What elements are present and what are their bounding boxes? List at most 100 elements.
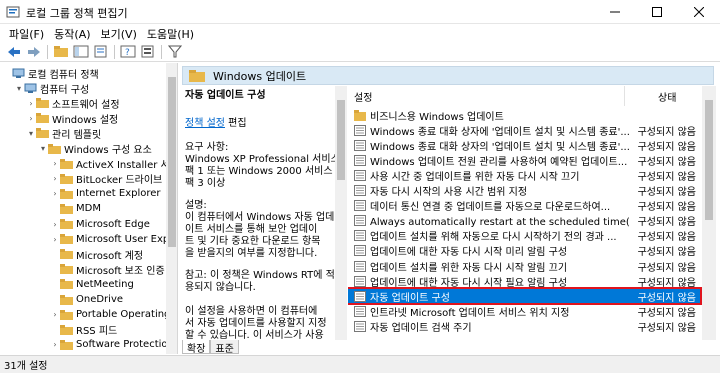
- setting-row[interactable]: Windows 종료 대화 상자의 '업데이트 설치 및 시스템 종료'... 구…: [348, 138, 700, 153]
- list-scrollbar[interactable]: [702, 86, 716, 340]
- tree-item[interactable]: ▾ 관리 템플릿: [26, 126, 101, 141]
- column-separator[interactable]: [624, 86, 625, 106]
- collapsed-arrow-icon[interactable]: ›: [50, 310, 60, 319]
- forward-button[interactable]: [24, 43, 44, 61]
- tab-standard[interactable]: 표준: [210, 340, 239, 355]
- back-button[interactable]: [4, 43, 24, 61]
- policy-setting-icon: [354, 275, 366, 287]
- tree-item[interactable]: ▾ Windows 구성 요소: [38, 142, 152, 156]
- policy-setting-icon: [354, 245, 366, 257]
- tree-item-label: Windows 구성 요소: [64, 145, 152, 156]
- column-header-setting[interactable]: 설정: [354, 86, 614, 106]
- maximize-button[interactable]: [636, 0, 678, 24]
- tree-item[interactable]: NetMeeting: [50, 277, 134, 291]
- collapsed-arrow-icon[interactable]: ›: [26, 114, 36, 123]
- toolbar: ?: [0, 42, 720, 62]
- collapsed-arrow-icon[interactable]: ›: [50, 189, 60, 198]
- folder-icon: [60, 294, 73, 305]
- tree-item[interactable]: › ActiveX Installer 서: [50, 157, 170, 171]
- tree-item-label: Internet Explorer: [76, 188, 161, 200]
- list-folder-row[interactable]: 비즈니스용 Windows 업데이트: [348, 108, 700, 123]
- tree-item[interactable]: OneDrive: [50, 293, 123, 307]
- collapsed-arrow-icon[interactable]: ›: [50, 174, 60, 183]
- column-header-state[interactable]: 상태: [658, 86, 698, 106]
- collapsed-arrow-icon[interactable]: ›: [50, 340, 60, 349]
- collapsed-arrow-icon[interactable]: ›: [50, 220, 60, 229]
- tab-extended[interactable]: 확장: [182, 340, 211, 355]
- setting-row[interactable]: 업데이트 설치를 위한 자동 다시 시작 알림 끄기 구성되지 않음: [348, 259, 700, 274]
- setting-row[interactable]: 자동 업데이트 검색 주기 구성되지 않음: [348, 319, 700, 334]
- setting-name: 업데이트에 대한 자동 다시 시작 미리 알림 구성: [370, 247, 568, 259]
- collapsed-arrow-icon[interactable]: ›: [26, 99, 36, 108]
- tree-item[interactable]: › Windows 설정: [26, 111, 118, 126]
- setting-row[interactable]: Windows 종료 대화 상자에 '업데이트 설치 및 시스템 종료'... 구…: [348, 123, 700, 138]
- tree-scroll-thumb[interactable]: [168, 77, 176, 247]
- description-label: 설명:: [185, 200, 207, 211]
- tree-item[interactable]: › Microsoft Edge: [50, 217, 149, 231]
- settings-list[interactable]: 설정 상태 비즈니스용 Windows 업데이트 Windows 종료 대화 상자…: [348, 86, 716, 340]
- setting-row[interactable]: 데이터 통신 연결 중 업데이트를 자동으로 다운로드하여... 구성되지 않음: [348, 199, 700, 213]
- requirements-line: Windows XP Professional 서비스: [185, 154, 340, 165]
- help-icon: ?: [120, 45, 136, 58]
- tree-item[interactable]: ▾ 컴퓨터 구성: [14, 81, 89, 96]
- setting-state: 구성되지 않음: [637, 187, 696, 198]
- tree-item[interactable]: MDM: [50, 202, 101, 216]
- menu-action[interactable]: 동작(A): [49, 24, 95, 42]
- tree-item[interactable]: › BitLocker 드라이브: [50, 172, 162, 186]
- section-header: Windows 업데이트: [182, 66, 714, 85]
- menu-help[interactable]: 도움말(H): [142, 24, 199, 42]
- policy-setting-icon: [354, 200, 366, 212]
- description-scroll-thumb[interactable]: [337, 100, 345, 180]
- window-title: 로컬 그룹 정책 편집기: [26, 7, 128, 20]
- folder-icon: [60, 309, 73, 320]
- setting-row[interactable]: 업데이트에 대한 자동 다시 시작 미리 알림 구성 구성되지 않음: [348, 244, 700, 258]
- tree-item[interactable]: › Microsoft User Exp: [50, 232, 169, 246]
- filter-button[interactable]: [165, 43, 185, 61]
- setting-row[interactable]: Windows 업데이트 전원 관리를 사용하여 예약된 업데이트... 구성되지…: [348, 153, 700, 168]
- show-hide-tree-button[interactable]: [71, 43, 91, 61]
- tree-item[interactable]: Microsoft 보조 인증: [50, 262, 165, 277]
- export-button[interactable]: [91, 43, 111, 61]
- tree-item-label: Software Protectio: [76, 339, 168, 351]
- help-button[interactable]: ?: [118, 43, 138, 61]
- selected-setting-row[interactable]: 자동 업데이트 구성 구성되지 않음: [348, 287, 702, 306]
- tree-item[interactable]: › 소프트웨어 설정: [26, 96, 120, 111]
- setting-row[interactable]: 사용 시간 중 업데이트를 위한 자동 다시 시작 끄기 구성되지 않음: [348, 168, 700, 183]
- setting-state: 구성되지 않음: [637, 262, 696, 274]
- expanded-arrow-icon[interactable]: ▾: [38, 144, 48, 153]
- tree-item[interactable]: › Software Protectio: [50, 338, 168, 352]
- setting-row[interactable]: 인트라넷 Microsoft 업데이트 서비스 위치 지정 구성되지 않음: [348, 304, 700, 319]
- tree-item[interactable]: › Portable Operating: [50, 308, 170, 322]
- list-scroll-thumb[interactable]: [705, 100, 713, 220]
- setting-name: 업데이트에 대한 자동 다시 시작 필요 알림 구성: [370, 277, 568, 289]
- expanded-arrow-icon[interactable]: ▾: [26, 129, 36, 138]
- setting-row[interactable]: Always automatically restart at the sche…: [348, 214, 700, 228]
- description-scrollbar[interactable]: [335, 86, 347, 340]
- up-folder-button[interactable]: [51, 43, 71, 61]
- setting-name: 자동 업데이트 검색 주기: [370, 322, 472, 334]
- folder-icon: [60, 173, 73, 184]
- tree-item[interactable]: Microsoft 계정: [50, 247, 143, 262]
- properties-button[interactable]: [138, 43, 158, 61]
- toolbar-separator: [161, 44, 162, 59]
- tree-item[interactable]: › Internet Explorer: [50, 187, 161, 201]
- requirements-line: 팩 1 또는 Windows 2000 서비스: [185, 166, 333, 177]
- collapsed-arrow-icon[interactable]: ›: [50, 159, 60, 168]
- tree-scrollbar[interactable]: [166, 63, 177, 354]
- menu-file[interactable]: 파일(F): [4, 24, 49, 42]
- menu-view[interactable]: 보기(V): [96, 24, 142, 42]
- tree-pane[interactable]: 로컬 컴퓨터 정책 ▾ 컴퓨터 구성 › 소프트웨어 설정 › Windows 설정 ▾ 관리 …: [0, 63, 178, 354]
- minimize-button[interactable]: [594, 0, 636, 24]
- tree-item-label: Microsoft 보조 인증: [76, 265, 165, 277]
- tree-item[interactable]: RSS 피드: [50, 323, 117, 337]
- tree-item[interactable]: 로컬 컴퓨터 정책: [2, 66, 99, 81]
- setting-row[interactable]: 업데이트 설치를 위해 자동으로 다시 시작하기 전의 경과 ... 구성되지 않…: [348, 229, 700, 243]
- expanded-arrow-icon[interactable]: ▾: [14, 84, 24, 93]
- edit-policy-link[interactable]: 정책 설정: [185, 118, 225, 129]
- setting-row[interactable]: 업데이트에 대한 자동 다시 시작 필요 알림 구성 구성되지 않음: [348, 274, 700, 289]
- collapsed-arrow-icon[interactable]: ›: [50, 235, 60, 244]
- close-button[interactable]: [678, 0, 720, 24]
- requirements-line: 팩 3 이상: [185, 178, 226, 189]
- toolbar-separator: [114, 44, 115, 59]
- setting-row[interactable]: 자동 다시 시작의 사용 시간 범위 지정 구성되지 않음: [348, 184, 700, 198]
